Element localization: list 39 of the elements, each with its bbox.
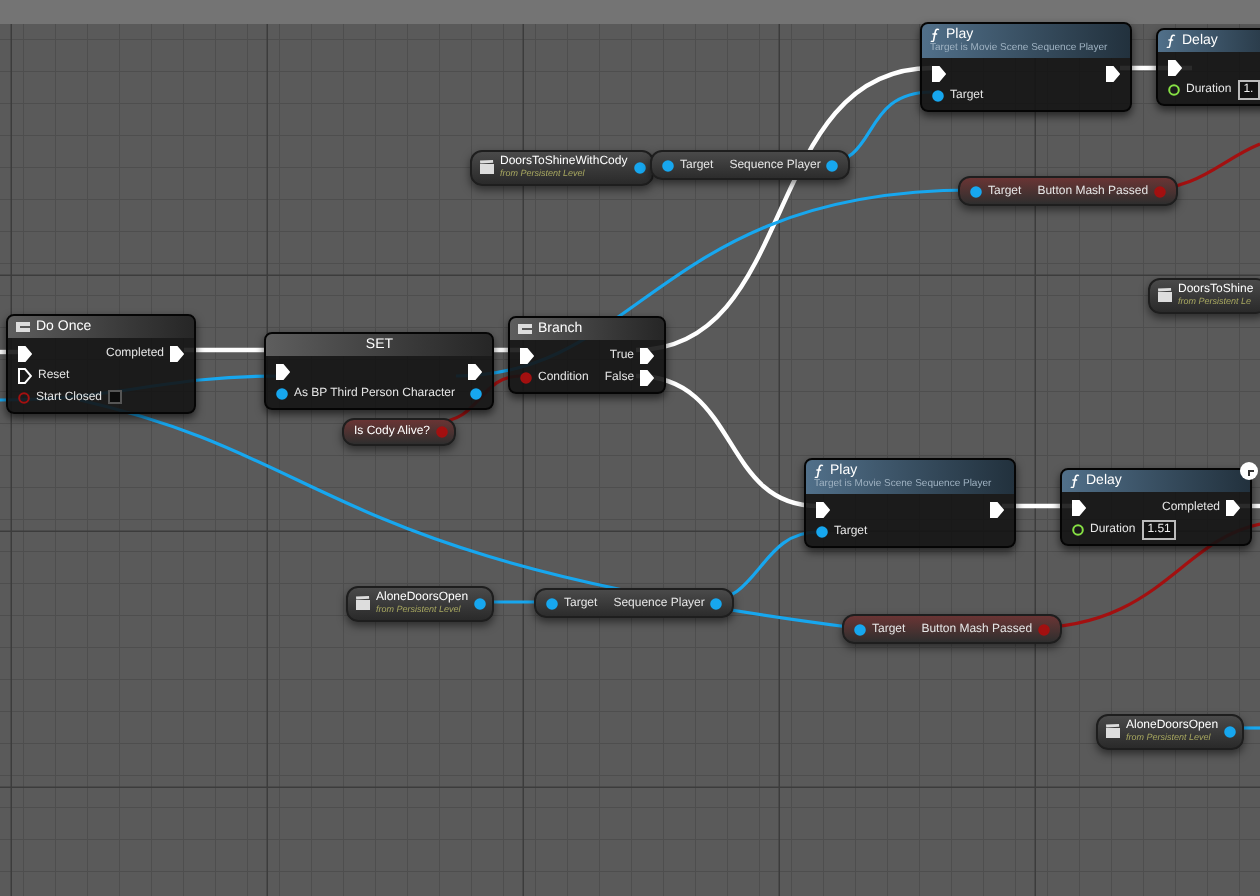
data-pin-icon[interactable] — [662, 159, 674, 171]
flow-icon — [16, 320, 30, 334]
exec-pin-icon[interactable] — [276, 363, 290, 379]
exec-pin-icon[interactable] — [640, 369, 655, 385]
exec-pin-icon[interactable] — [18, 345, 32, 361]
function-icon — [1166, 34, 1176, 48]
clapperboard-icon — [480, 160, 494, 175]
data-pin-icon[interactable] — [710, 597, 723, 609]
data-pin-icon[interactable] — [826, 159, 839, 171]
exec-pin-icon[interactable] — [1106, 65, 1120, 81]
data-pin-icon[interactable] — [546, 597, 558, 609]
data-pin-icon[interactable] — [1224, 725, 1237, 738]
data-pin-icon[interactable] — [854, 623, 866, 635]
exec-pin-icon[interactable] — [18, 367, 32, 383]
data-pin-icon[interactable] — [970, 185, 982, 197]
clapperboard-icon — [356, 596, 370, 611]
data-pin-icon[interactable] — [474, 597, 487, 610]
function-icon — [814, 464, 824, 478]
exec-pin-icon[interactable] — [1072, 499, 1086, 515]
exec-pin-icon[interactable] — [932, 65, 946, 81]
exec-pin-icon[interactable] — [468, 363, 483, 379]
exec-pin-icon[interactable] — [640, 347, 655, 363]
exec-pin-icon[interactable] — [1226, 499, 1240, 515]
data-pin-icon[interactable] — [276, 387, 288, 399]
exec-pin-icon[interactable] — [1168, 59, 1182, 75]
clapperboard-icon — [1106, 724, 1120, 739]
flow-icon — [518, 322, 532, 336]
checkbox[interactable] — [108, 390, 123, 404]
function-icon — [1070, 474, 1080, 488]
exec-pin-icon[interactable] — [520, 347, 534, 363]
clapperboard-icon — [1158, 288, 1172, 303]
data-pin-icon[interactable] — [932, 89, 944, 101]
exec-pin-icon[interactable] — [816, 501, 830, 517]
exec-pin-icon[interactable] — [170, 345, 184, 361]
function-icon — [930, 28, 940, 42]
exec-pin-icon[interactable] — [990, 501, 1004, 517]
data-pin-icon[interactable] — [470, 387, 483, 399]
data-pin-icon[interactable] — [816, 525, 828, 537]
data-pin-icon[interactable] — [633, 161, 646, 174]
